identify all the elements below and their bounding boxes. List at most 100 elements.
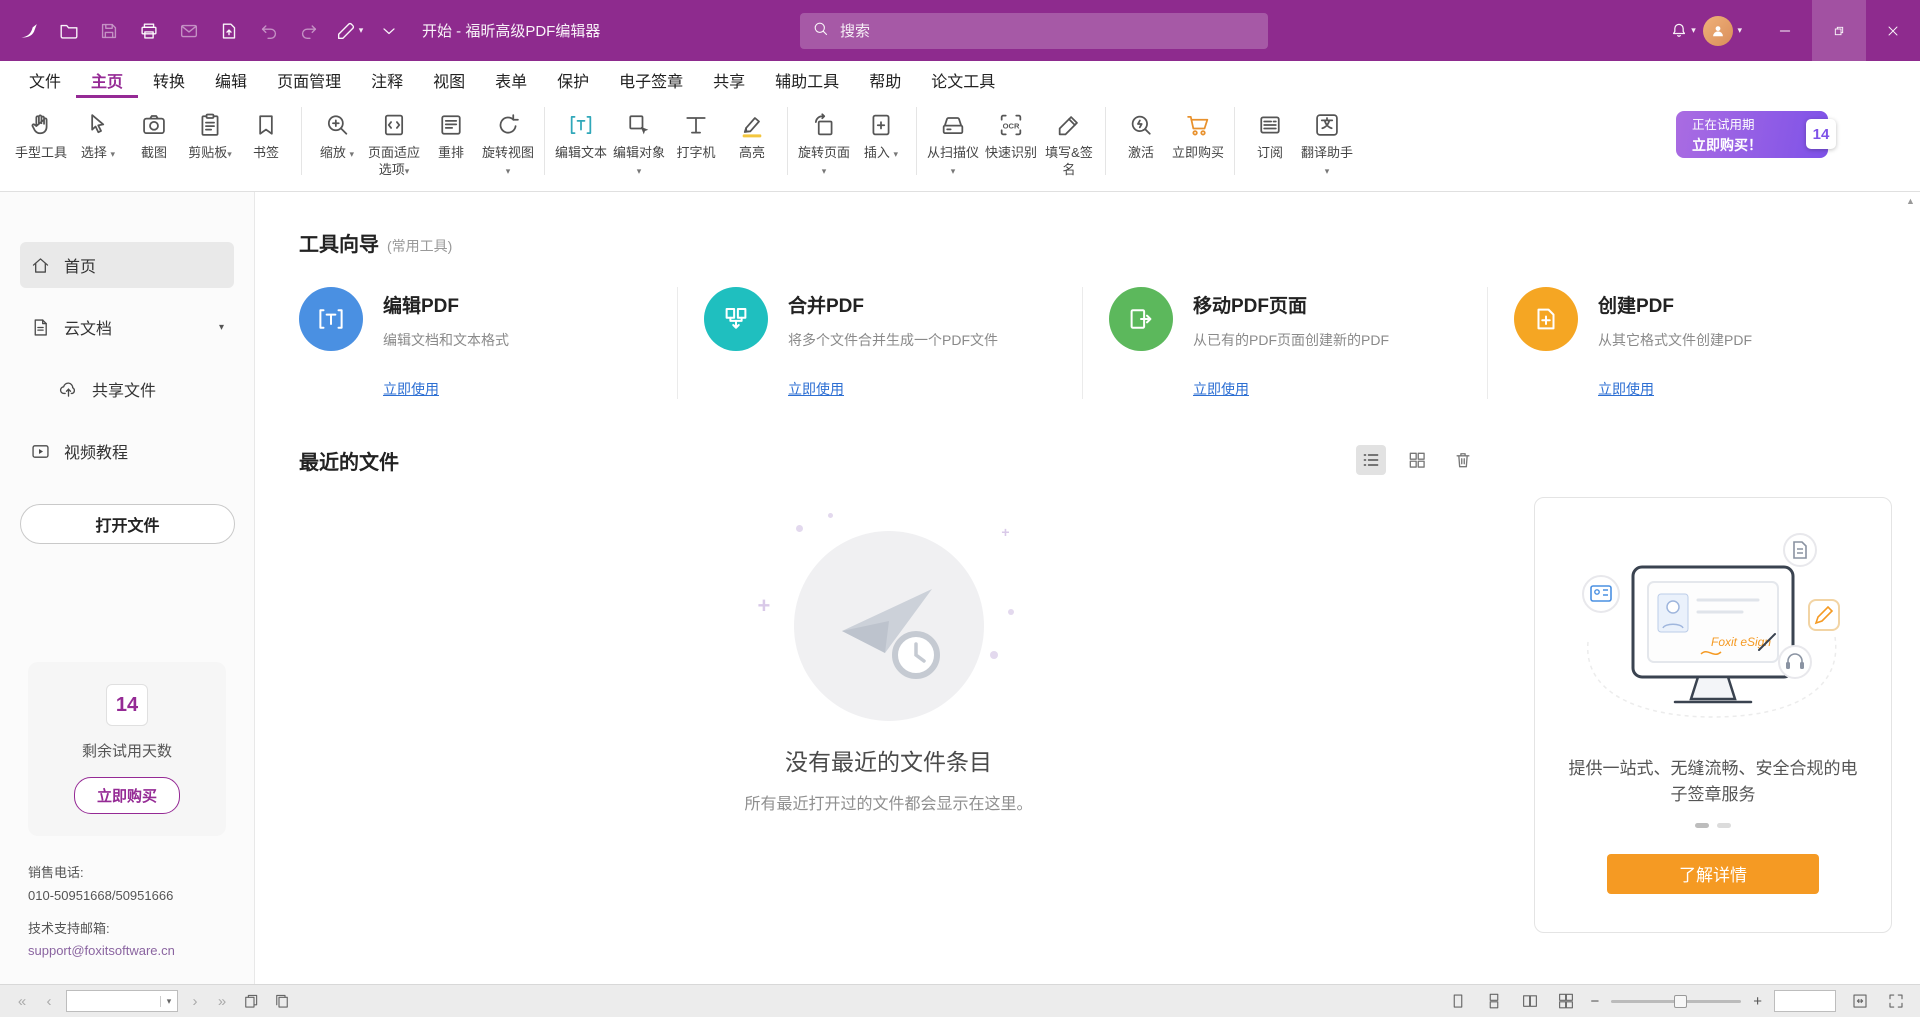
ribbon-hand-tool[interactable]: 手型工具 [12,105,70,164]
menu-help[interactable]: 帮助 [854,61,916,98]
tool-card-create-pdf[interactable]: 创建PDF 从其它格式文件创建PDF 立即使用 [1487,287,1892,399]
ribbon-activate[interactable]: 激活 [1113,105,1169,164]
menu-page-organize[interactable]: 页面管理 [262,61,356,98]
redo-icon[interactable] [290,12,328,50]
zoom-level-input[interactable] [1775,991,1835,1011]
ribbon-typewriter[interactable]: 打字机 [668,105,724,164]
save-icon[interactable] [90,12,128,50]
menu-file[interactable]: 文件 [14,61,76,98]
open-file-icon[interactable] [50,12,88,50]
grid-view-button[interactable] [1402,445,1432,475]
menu-comment[interactable]: 注释 [356,61,418,98]
continuous-view-icon[interactable] [1482,989,1506,1013]
menu-home[interactable]: 主页 [76,61,138,98]
undo-icon[interactable] [250,12,288,50]
use-now-link[interactable]: 立即使用 [383,379,439,399]
tool-card-move-pdf-pages[interactable]: 移动PDF页面 从已有的PDF页面创建新的PDF 立即使用 [1082,287,1487,399]
menu-convert[interactable]: 转换 [138,61,200,98]
fullscreen-icon[interactable] [1884,989,1908,1013]
ribbon-insert-pages[interactable]: 插入 ▾ [853,105,909,164]
mail-icon[interactable] [170,12,208,50]
print-icon[interactable] [130,12,168,50]
ribbon-rotate-view[interactable]: 旋转视图▾ [479,105,537,181]
zoom-in-button[interactable]: + [1753,993,1762,1010]
use-now-link[interactable]: 立即使用 [788,379,844,399]
ribbon-edit-object[interactable]: 编辑对象▾ [610,105,668,181]
ribbon-snapshot[interactable]: 截图 [126,105,182,164]
menu-protect[interactable]: 保护 [542,61,604,98]
support-email-link[interactable]: support@foxitsoftware.cn [28,940,226,963]
minimize-button[interactable] [1758,0,1812,61]
ribbon-subscribe[interactable]: 订阅 [1242,105,1298,164]
ribbon-highlight[interactable]: 高亮 [724,105,780,164]
trial-banner[interactable]: 正在试用期 立即购买！ 14 [1676,111,1828,158]
scroll-up-arrow-icon[interactable]: ▲ [1906,196,1915,979]
sidebar-item-shared-files[interactable]: 共享文件 [48,366,234,412]
ribbon-rotate-pages[interactable]: 旋转页面▾ [795,105,853,181]
ribbon-zoom[interactable]: 缩放 ▾ [309,105,365,164]
ribbon-reflow[interactable]: 重排 [423,105,479,164]
fit-page-icon[interactable] [1848,989,1872,1013]
ribbon-page-fit-options[interactable]: 页面适应选项▾ [365,105,423,181]
chevron-down-icon[interactable]: ▾ [219,322,224,333]
ribbon-buy-now[interactable]: 立即购买 [1169,105,1227,164]
sidebar-item-video-tutorials[interactable]: 视频教程 [20,428,234,474]
ribbon-translate-assistant[interactable]: 翻译助手▾ [1298,105,1356,181]
use-now-link[interactable]: 立即使用 [1193,379,1249,399]
share-document-icon[interactable] [210,12,248,50]
page-number-box[interactable]: ▾ [66,990,178,1012]
maximize-restore-button[interactable] [1812,0,1866,61]
menu-esign[interactable]: 电子签章 [604,61,698,98]
list-view-button[interactable] [1356,445,1386,475]
use-now-link[interactable]: 立即使用 [1598,379,1654,399]
page-dropdown-caret-icon[interactable]: ▾ [160,996,177,1007]
ribbon-select[interactable]: 选择 ▾ [70,105,126,164]
facing-continuous-view-icon[interactable] [1554,989,1578,1013]
ribbon-fill-sign[interactable]: 填写&签名 [1040,105,1098,181]
user-avatar[interactable] [1703,16,1733,46]
menu-form[interactable]: 表单 [480,61,542,98]
next-view-icon[interactable] [270,989,294,1013]
ribbon-from-scanner[interactable]: 从扫描仪▾ [924,105,982,181]
hand-icon [27,107,55,143]
menu-edit[interactable]: 编辑 [200,61,262,98]
close-button[interactable] [1866,0,1920,61]
zoom-out-button[interactable]: − [1590,993,1599,1010]
global-search[interactable] [800,13,1268,49]
previous-page-button[interactable]: ‹ [39,993,59,1010]
sidebar-item-home[interactable]: 首页 [20,242,234,288]
learn-more-button[interactable]: 了解详情 [1607,854,1819,894]
next-page-button[interactable]: › [185,993,205,1010]
notifications-bell-icon[interactable]: ▾ [1663,12,1701,50]
chevron-down-icon[interactable]: ▾ [1737,25,1742,36]
last-page-button[interactable]: » [212,993,232,1010]
page-number-input[interactable] [67,994,160,1009]
open-file-button[interactable]: 打开文件 [20,504,235,544]
tool-card-merge-pdf[interactable]: 合并PDF 将多个文件合并生成一个PDF文件 立即使用 [677,287,1082,399]
sidebar-item-cloud-docs[interactable]: 云文档 ▾ [20,304,234,350]
vertical-scrollbar[interactable]: ▲ [1904,196,1917,979]
ribbon-edit-text[interactable]: 编辑文本 [552,105,610,164]
menu-share[interactable]: 共享 [698,61,760,98]
search-input[interactable] [838,22,1256,41]
menu-paper-tools[interactable]: 论文工具 [916,61,1010,98]
zoom-slider[interactable] [1611,1000,1741,1003]
menu-view[interactable]: 视图 [418,61,480,98]
first-page-button[interactable]: « [12,993,32,1010]
tool-card-edit-pdf[interactable]: 编辑PDF 编辑文档和文本格式 立即使用 [299,287,677,399]
buy-now-button[interactable]: 立即购买 [74,777,180,814]
zoom-level-box[interactable] [1774,990,1836,1012]
facing-view-icon[interactable] [1518,989,1542,1013]
clear-recent-trash-button[interactable] [1448,445,1478,475]
zoom-slider-thumb[interactable] [1674,995,1687,1008]
menu-accessibility[interactable]: 辅助工具 [760,61,854,98]
carousel-dot[interactable] [1717,823,1731,828]
ribbon-quick-ocr[interactable]: OCR 快速识别 [982,105,1040,164]
esign-quick-icon[interactable]: ▾ [330,12,368,50]
customize-toolbar-chevron-icon[interactable] [370,12,408,50]
previous-view-icon[interactable] [239,989,263,1013]
ribbon-clipboard[interactable]: 剪贴板▾ [182,105,238,164]
carousel-dot[interactable] [1695,823,1709,828]
single-page-view-icon[interactable] [1446,989,1470,1013]
ribbon-bookmark[interactable]: 书签 [238,105,294,164]
